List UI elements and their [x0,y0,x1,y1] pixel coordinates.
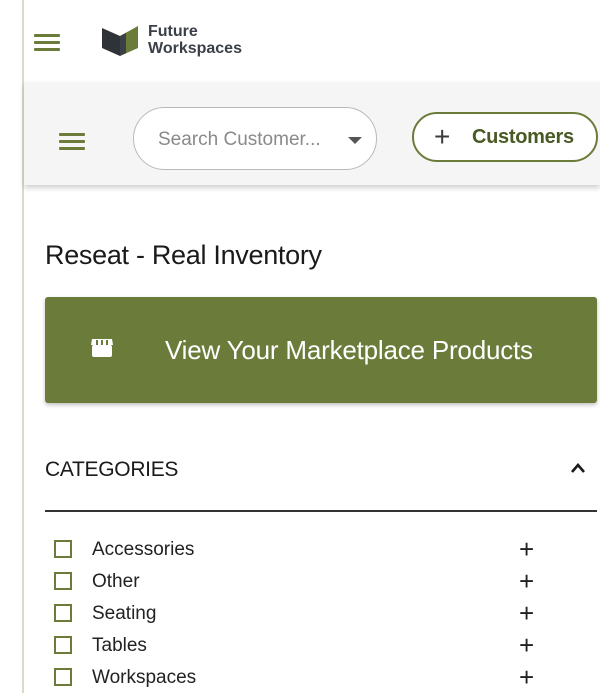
category-checkbox[interactable] [54,668,72,686]
categories-heading: CATEGORIES [45,458,179,481]
category-checkbox[interactable] [54,540,72,558]
category-label: Workspaces [92,667,197,688]
category-label: Other [92,571,140,592]
chevron-up-icon[interactable] [569,461,587,475]
brand-line-1: Future [148,23,198,40]
future-workspaces-logo [102,26,138,56]
customer-search-input[interactable] [156,126,330,154]
expand-plus-icon[interactable]: + [519,631,534,659]
category-label: Seating [92,603,157,624]
brand-name: Future Workspaces [148,23,242,57]
customer-search[interactable] [133,107,377,170]
add-customer-button[interactable]: + Customers [412,112,598,162]
caret-down-icon[interactable] [348,137,362,144]
category-label: Tables [92,635,147,656]
add-customer-label: Customers [472,126,574,148]
expand-plus-icon[interactable]: + [519,663,534,691]
app-header: Future Workspaces [24,0,600,82]
store-icon [91,339,113,357]
category-item-accessories: Accessories + [54,535,554,570]
category-item-tables: Tables + [54,631,554,666]
page-title: Reseat - Real Inventory [45,240,322,270]
category-item-seating: Seating + [54,599,554,634]
expand-plus-icon[interactable]: + [519,535,534,563]
category-checkbox[interactable] [54,572,72,590]
category-checkbox[interactable] [54,604,72,622]
expand-plus-icon[interactable]: + [519,567,534,595]
toolbar-menu-icon[interactable] [59,133,85,150]
view-marketplace-button[interactable]: View Your Marketplace Products [45,297,597,403]
plus-icon: + [434,121,451,152]
view-marketplace-label: View Your Marketplace Products [165,335,533,365]
brand-line-2: Workspaces [148,40,242,57]
category-checkbox[interactable] [54,636,72,654]
category-item-workspaces: Workspaces + [54,663,554,698]
categories-divider [45,510,597,512]
expand-plus-icon[interactable]: + [519,599,534,627]
toolbar: + Customers [24,82,600,185]
nav-menu-icon[interactable] [34,34,60,51]
category-label: Accessories [92,539,195,560]
categories-header[interactable]: CATEGORIES [45,455,597,511]
category-list: Accessories + Other + Seating + Tables +… [54,535,554,698]
category-item-other: Other + [54,567,554,602]
